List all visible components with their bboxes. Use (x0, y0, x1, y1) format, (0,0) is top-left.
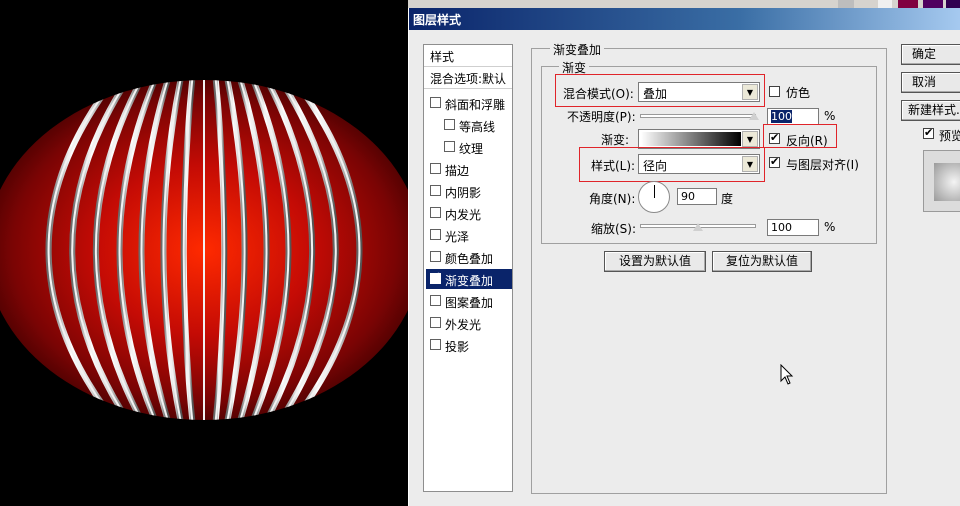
blend-options-item[interactable]: 混合选项:默认 (424, 67, 512, 89)
dialog-title: 图层样式 (413, 13, 462, 27)
angle-label: 角度(N): (589, 192, 636, 206)
opacity-label: 不透明度(P): (567, 110, 636, 124)
style-item-label: 渐变叠加 (445, 274, 494, 288)
style-item-label: 外发光 (445, 318, 482, 332)
opacity-unit: % (824, 109, 836, 123)
style-list-header-label: 样式 (430, 50, 455, 64)
background-toolbar-strip (408, 0, 960, 8)
style-label: 样式(L): (591, 159, 636, 173)
blend-mode-value: 叠加 (643, 87, 668, 101)
chevron-down-icon[interactable]: ▼ (742, 156, 758, 172)
blend-mode-select[interactable]: 叠加 ▼ (638, 82, 760, 102)
style-item-checkbox[interactable] (444, 141, 455, 152)
style-list-header[interactable]: 样式 (424, 45, 512, 67)
style-preview-swatch (934, 163, 960, 201)
new-style-button[interactable]: 新建样式... (901, 100, 960, 121)
style-item-checkbox[interactable] (430, 229, 441, 240)
layer-style-dialog: 图层样式 样式 混合选项:默认 斜面和浮雕等高线纹理描边内阴影内发光光泽颜色叠加… (408, 8, 960, 506)
gradient-overlay-title: 渐变叠加 (550, 41, 605, 58)
align-with-layer-label: 与图层对齐(I) (786, 158, 859, 172)
style-item-label: 投影 (445, 340, 470, 354)
style-preview-frame (923, 150, 960, 212)
style-list-item[interactable]: 图案叠加 (426, 291, 512, 311)
style-item-checkbox[interactable] (430, 317, 441, 328)
style-item-label: 光泽 (445, 230, 470, 244)
angle-dial-needle (654, 185, 655, 198)
gradient-preview[interactable] (641, 132, 741, 146)
style-list-item[interactable]: ✔ 渐变叠加 (426, 269, 512, 289)
style-list-item[interactable]: 描边 (426, 159, 512, 179)
document-canvas[interactable] (0, 0, 408, 506)
preview-label: 预览 (939, 129, 960, 143)
chevron-down-icon[interactable]: ▼ (742, 131, 758, 147)
opacity-slider[interactable] (640, 114, 756, 118)
make-default-button[interactable]: 设置为默认值 (604, 251, 706, 272)
dither-label: 仿色 (786, 86, 811, 100)
scale-value: 100 (771, 221, 792, 234)
style-select[interactable]: 径向 ▼ (638, 154, 760, 174)
style-list-item[interactable]: 外发光 (426, 313, 512, 333)
gradient-picker[interactable]: ▼ (638, 129, 760, 149)
style-item-checkbox[interactable] (430, 163, 441, 174)
style-item-label: 描边 (445, 164, 470, 178)
angle-unit: 度 (721, 192, 734, 206)
opacity-value: 100 (771, 110, 792, 123)
reverse-checkbox[interactable]: ✔ (769, 131, 780, 144)
reset-default-button[interactable]: 复位为默认值 (712, 251, 812, 272)
style-item-checkbox[interactable] (430, 251, 441, 262)
preview-checkbox[interactable]: ✔ (923, 126, 934, 139)
style-item-label: 图案叠加 (445, 296, 494, 310)
style-item-checkbox[interactable] (444, 119, 455, 130)
scale-unit: % (824, 220, 836, 234)
cancel-button[interactable]: 取消 (901, 72, 960, 93)
style-list-item[interactable]: 颜色叠加 (426, 247, 512, 267)
style-item-checkbox[interactable] (430, 207, 441, 218)
style-item-checkbox[interactable] (430, 97, 441, 108)
scale-slider-thumb[interactable] (693, 223, 703, 231)
style-list-item[interactable]: 内阴影 (426, 181, 512, 201)
scale-input[interactable]: 100 (767, 219, 819, 236)
lantern-artwork (0, 80, 408, 420)
align-with-layer-checkbox[interactable]: ✔ (769, 155, 780, 168)
style-item-checkbox[interactable] (430, 339, 441, 350)
style-value: 径向 (643, 159, 668, 173)
angle-dial[interactable] (638, 181, 670, 213)
angle-input[interactable]: 90 (677, 188, 717, 205)
style-list-item[interactable]: 内发光 (426, 203, 512, 223)
style-list: 样式 混合选项:默认 斜面和浮雕等高线纹理描边内阴影内发光光泽颜色叠加 ✔ 渐变叠加… (423, 44, 513, 492)
style-item-label: 内发光 (445, 208, 482, 222)
style-item-label: 内阴影 (445, 186, 482, 200)
scale-label: 缩放(S): (591, 222, 637, 236)
gradient-label: 渐变: (601, 133, 630, 147)
style-list-item[interactable]: 投影 (426, 335, 512, 355)
angle-value: 90 (681, 190, 695, 203)
style-list-item[interactable]: 等高线 (426, 115, 512, 135)
blend-mode-label: 混合模式(O): (563, 87, 634, 101)
style-item-checkbox[interactable] (430, 295, 441, 306)
blend-options-label: 混合选项:默认 (430, 72, 507, 86)
chevron-down-icon[interactable]: ▼ (742, 84, 758, 100)
opacity-input[interactable]: 100 (767, 108, 819, 125)
opacity-slider-thumb[interactable] (749, 112, 759, 120)
style-item-label: 颜色叠加 (445, 252, 494, 266)
ok-button[interactable]: 确定 (901, 44, 960, 65)
style-item-label: 斜面和浮雕 (445, 98, 506, 112)
style-list-item[interactable]: 光泽 (426, 225, 512, 245)
style-list-item[interactable]: 纹理 (426, 137, 512, 157)
style-list-item[interactable]: 斜面和浮雕 (426, 93, 512, 113)
reverse-label: 反向(R) (786, 134, 828, 148)
dither-checkbox[interactable] (769, 86, 780, 97)
dialog-titlebar[interactable]: 图层样式 (409, 8, 960, 30)
style-item-label: 等高线 (459, 120, 496, 134)
style-item-label: 纹理 (459, 142, 484, 156)
style-item-checkbox[interactable] (430, 185, 441, 196)
mouse-pointer-icon (780, 364, 794, 385)
style-item-checkbox[interactable]: ✔ (430, 271, 441, 284)
